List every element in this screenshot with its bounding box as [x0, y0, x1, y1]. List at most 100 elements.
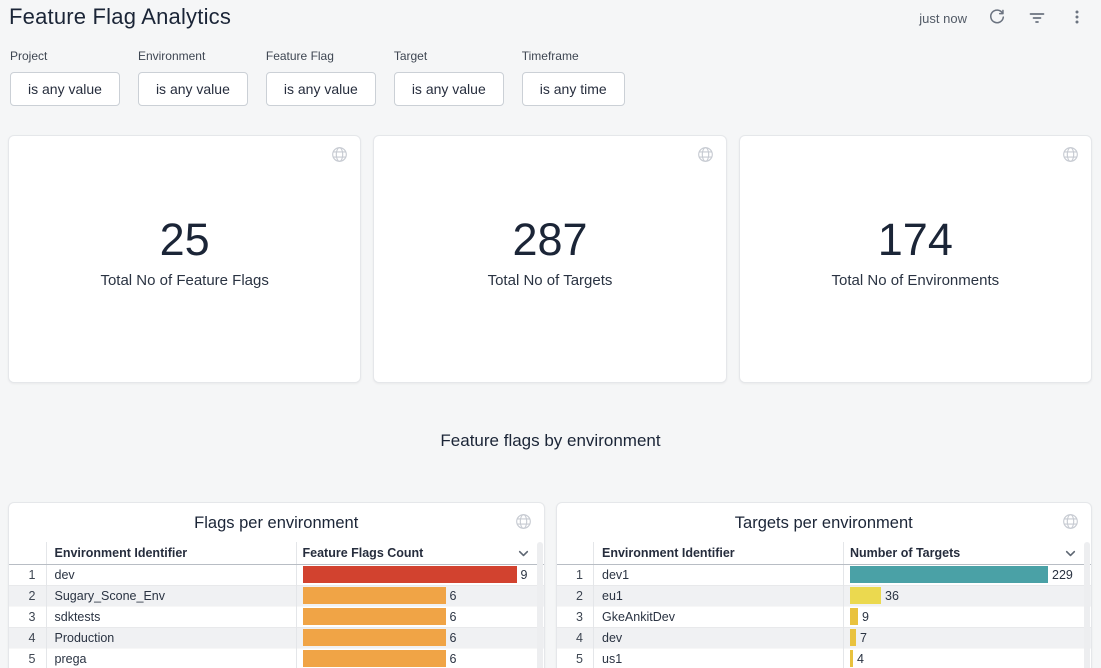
- filter-group-feature-flag: Feature Flag is any value: [266, 49, 376, 106]
- value-bar: [303, 650, 446, 667]
- value-label: 6: [450, 631, 457, 645]
- section-title: Feature flags by environment: [0, 431, 1101, 451]
- row-index: 4: [557, 627, 594, 648]
- more-menu-button[interactable]: [1067, 8, 1087, 28]
- environment-identifier-cell: Sugary_Scone_Env: [46, 585, 296, 606]
- table-row: 4Production 6: [9, 627, 544, 648]
- measure-cell: 36: [844, 585, 1092, 606]
- chevron-down-icon[interactable]: [1064, 547, 1077, 563]
- tables-row: Flags per environmentEnvironment Identif…: [8, 502, 1092, 668]
- measure-cell: 4: [844, 648, 1092, 668]
- filter-value-button[interactable]: is any value: [10, 72, 120, 106]
- kpi-row: 25Total No of Feature Flags287Total No o…: [8, 135, 1092, 383]
- value-bar: [303, 587, 446, 604]
- dashboard: Feature Flag Analytics just now: [0, 0, 1101, 668]
- kpi-label: Total No of Feature Flags: [100, 272, 268, 289]
- filter-group-environment: Environment is any value: [138, 49, 248, 106]
- environment-identifier-cell: dev1: [594, 564, 844, 585]
- filter-icon: [1028, 8, 1046, 29]
- row-index: 3: [557, 606, 594, 627]
- value-bar: [850, 629, 856, 646]
- table-row: 5prega 6: [9, 648, 544, 668]
- measure-cell: 7: [844, 627, 1092, 648]
- value-bar: [850, 608, 858, 625]
- environment-identifier-cell: GkeAnkitDev: [594, 606, 844, 627]
- globe-icon: [1062, 513, 1079, 530]
- table-area: Environment IdentifierFeature Flags Coun…: [9, 542, 544, 668]
- measure-cell: 6: [296, 627, 544, 648]
- environment-identifier-cell: us1: [594, 648, 844, 668]
- filter-value-button[interactable]: is any time: [522, 72, 625, 106]
- last-updated-text: just now: [919, 11, 967, 26]
- table-row: 1dev 9: [9, 564, 544, 585]
- table-row: 3GkeAnkitDev 9: [557, 606, 1092, 627]
- kpi-value: 174: [878, 214, 953, 266]
- filter-bar: Project is any value Environment is any val…: [0, 49, 1101, 106]
- filter-label: Environment: [138, 49, 248, 63]
- environment-identifier-cell: Production: [46, 627, 296, 648]
- filter-value-button[interactable]: is any value: [394, 72, 504, 106]
- table-card-0: Flags per environmentEnvironment Identif…: [8, 502, 545, 668]
- filter-label: Project: [10, 49, 120, 63]
- value-label: 36: [885, 589, 899, 603]
- page-title: Feature Flag Analytics: [9, 4, 231, 30]
- row-index: 2: [557, 585, 594, 606]
- value-label: 9: [862, 610, 869, 624]
- environment-identifier-cell: dev: [594, 627, 844, 648]
- row-index: 5: [557, 648, 594, 668]
- value-bar: [303, 629, 446, 646]
- value-label: 6: [450, 589, 457, 603]
- index-column-header: [557, 542, 594, 564]
- filter-label: Target: [394, 49, 504, 63]
- refresh-icon: [988, 8, 1006, 29]
- table-card-1: Targets per environment Environment Ident…: [556, 502, 1093, 668]
- environment-identifier-cell: prega: [46, 648, 296, 668]
- kpi-label: Total No of Targets: [488, 272, 613, 289]
- filter-group-project: Project is any value: [10, 49, 120, 106]
- kpi-label: Total No of Environments: [832, 272, 1000, 289]
- measure-column-label: Feature Flags Count: [303, 546, 424, 560]
- filter-group-timeframe: Timeframeis any time: [522, 49, 625, 106]
- value-bar: [850, 587, 881, 604]
- kebab-menu-icon: [1068, 8, 1086, 29]
- value-bar: [850, 650, 853, 667]
- measure-cell: 6: [296, 585, 544, 606]
- chevron-down-icon[interactable]: [517, 547, 530, 563]
- kpi-card-1: 287 Total No of Targets: [373, 135, 726, 383]
- table-row: 3sdktests6: [9, 606, 544, 627]
- globe-icon: [1062, 146, 1079, 163]
- data-table: Environment Identifier Number of Targets 1…: [557, 542, 1092, 668]
- table-scrollbar[interactable]: [537, 542, 543, 668]
- table-scrollbar[interactable]: [1084, 542, 1090, 668]
- measure-cell: 9: [296, 564, 544, 585]
- value-bar: [303, 566, 517, 583]
- measure-cell: 229: [844, 564, 1092, 585]
- environment-identifier-cell: dev: [46, 564, 296, 585]
- top-bar: Feature Flag Analytics just now: [0, 0, 1101, 30]
- measure-cell: 9: [844, 606, 1092, 627]
- measure-cell: 6: [296, 606, 544, 627]
- row-index: 4: [9, 627, 46, 648]
- row-index: 5: [9, 648, 46, 668]
- table-title: Targets per environment: [557, 503, 1092, 533]
- row-index: 1: [9, 564, 46, 585]
- measure-column-header: Number of Targets: [844, 542, 1092, 564]
- filter-label: Feature Flag: [266, 49, 376, 63]
- value-label: 7: [860, 631, 867, 645]
- refresh-button[interactable]: [987, 8, 1007, 28]
- kpi-value: 287: [512, 214, 587, 266]
- value-label: 6: [450, 652, 457, 666]
- value-label: 4: [857, 652, 864, 666]
- row-index: 1: [557, 564, 594, 585]
- data-table: Environment IdentifierFeature Flags Coun…: [9, 542, 544, 668]
- identifier-column-header: Environment Identifier: [594, 542, 844, 564]
- filter-value-button[interactable]: is any value: [138, 72, 248, 106]
- kpi-card-2: 174 Total No of Environments: [739, 135, 1092, 383]
- environment-identifier-cell: eu1: [594, 585, 844, 606]
- measure-column-label: Number of Targets: [850, 546, 960, 560]
- filters-toggle-button[interactable]: [1027, 8, 1047, 28]
- value-label: 9: [521, 568, 528, 582]
- filter-value-button[interactable]: is any value: [266, 72, 376, 106]
- table-row: 5us1 4: [557, 648, 1092, 668]
- measure-column-header: Feature Flags Count: [296, 542, 544, 564]
